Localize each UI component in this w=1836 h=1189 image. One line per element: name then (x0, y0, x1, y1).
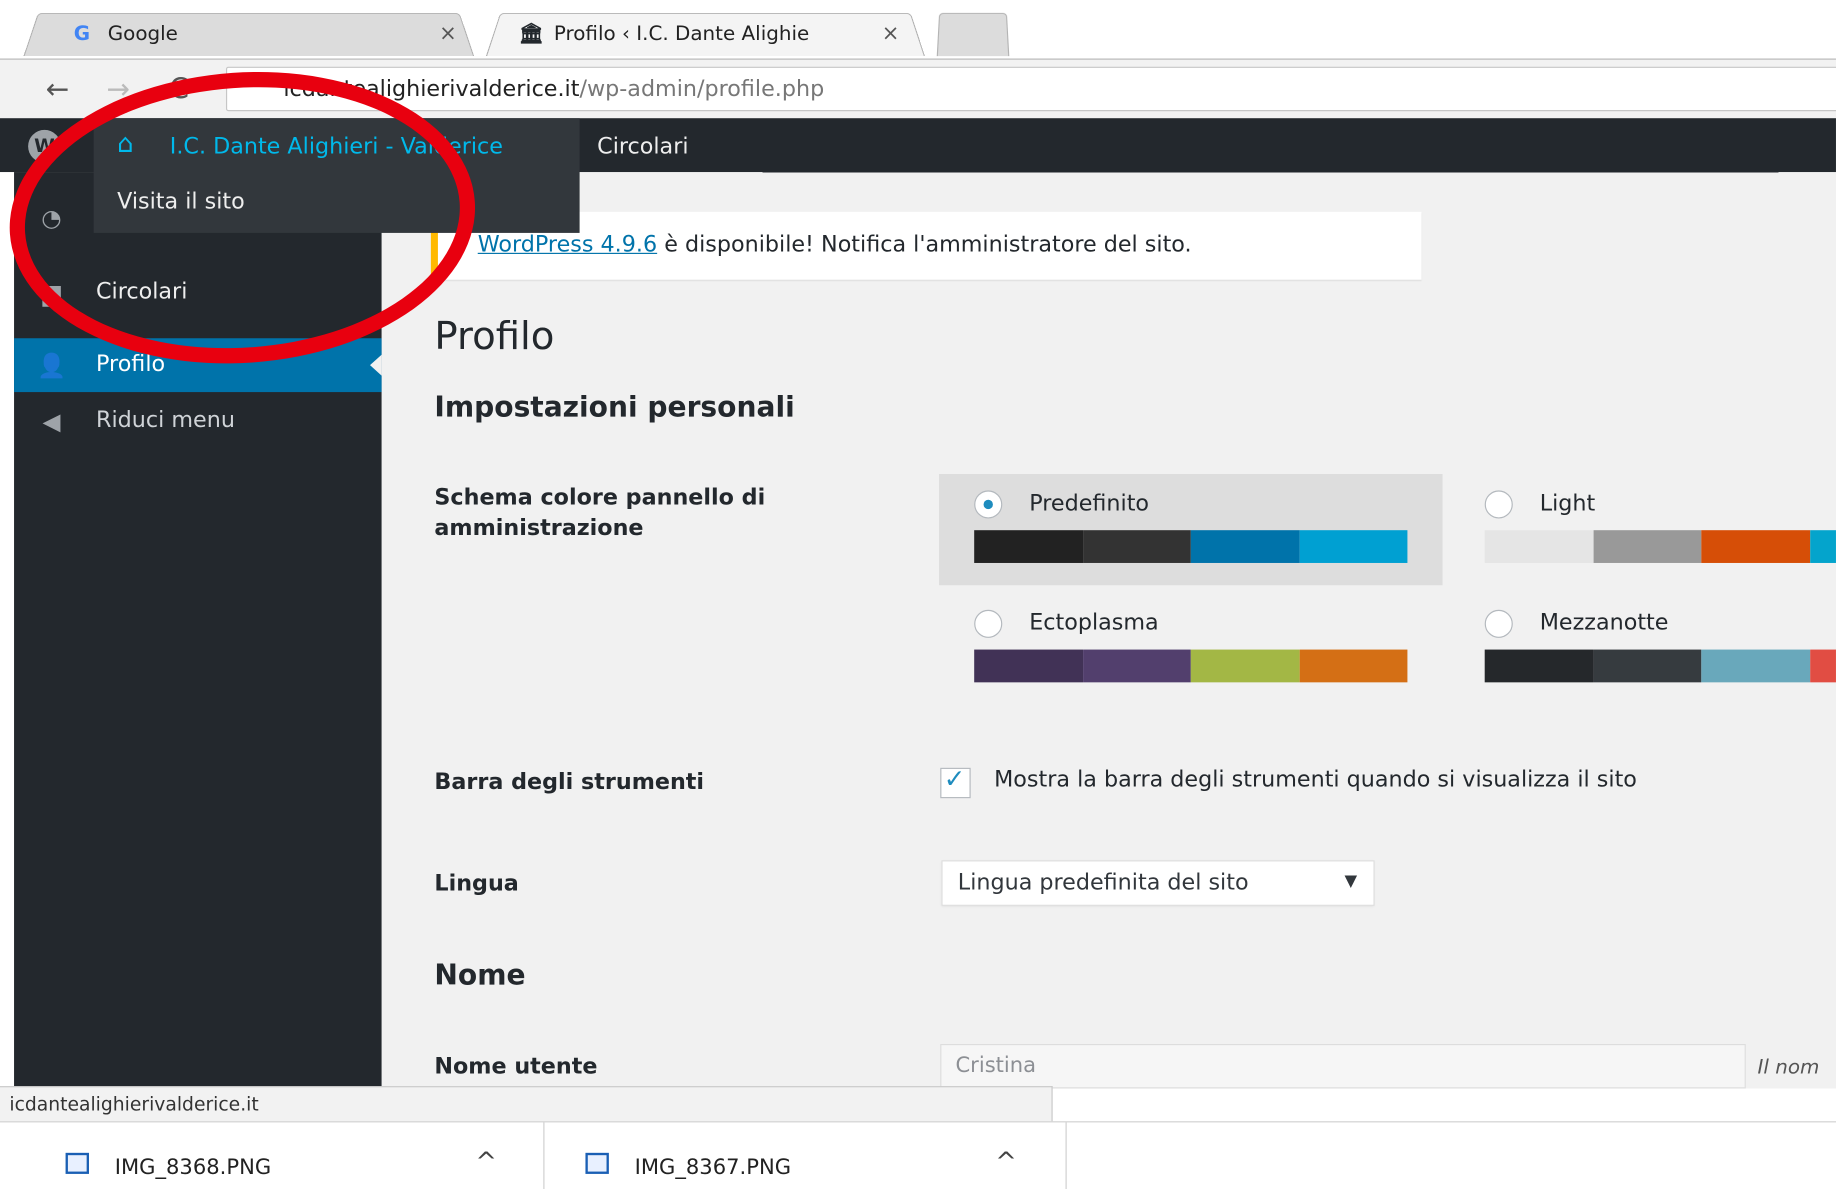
status-bubble: icdantealighierivalderice.it (0, 1086, 1053, 1124)
sidebar-item-profilo[interactable]: 👤 Profilo (14, 338, 382, 393)
sidebar-item-circolari[interactable]: ▆ Circolari (14, 266, 382, 320)
new-tab-button[interactable] (936, 9, 1010, 57)
posts-icon: ▆ (42, 278, 61, 307)
notice-text: WordPress 4.9.6 è disponibile! Notifica … (478, 232, 1192, 258)
scheme-name: Predefinito (1029, 490, 1150, 517)
section-heading: Nome (434, 958, 526, 992)
chevron-up-icon[interactable]: ^ (475, 1148, 497, 1177)
back-arrow-icon[interactable]: ← (40, 71, 75, 106)
image-file-icon (65, 1152, 89, 1174)
sidebar-item-label: Circolari (96, 278, 188, 305)
color-scheme-label: Schema colore pannello di amministrazion… (434, 484, 766, 541)
tab-close-icon[interactable]: × (439, 21, 457, 46)
url-host: icdantealighierivalderice.it (283, 76, 580, 102)
user-icon: 👤 (36, 351, 67, 380)
section-heading: Impostazioni personali (434, 390, 795, 424)
language-label: Lingua (434, 870, 519, 897)
status-url: icdantealighierivalderice.it (9, 1093, 259, 1116)
adminbar-circolari[interactable]: Circolari (597, 133, 688, 159)
tab-title: Profilo ‹ I.C. Dante Alighie (553, 22, 810, 46)
notice-message: è disponibile! Notifica l'amministratore… (657, 231, 1192, 258)
username-label: Nome utente (434, 1053, 598, 1080)
download-item[interactable]: IMG_8368.PNG ^ (52, 1122, 545, 1189)
color-scheme-predefinito[interactable]: Predefinito (939, 474, 1443, 586)
tab-google[interactable]: G Google × (23, 9, 475, 57)
checkmark-icon: ✓ (943, 765, 966, 795)
username-value: Cristina (955, 1053, 1037, 1078)
main-content: WordPress 4.9.6 è disponibile! Notifica … (381, 172, 1836, 1089)
url-path: /wp-admin/profile.php (579, 76, 825, 102)
scheme-name: Ectoplasma (1029, 609, 1159, 636)
download-filename: IMG_8368.PNG (114, 1155, 272, 1180)
screenshot: G Google × 🏛 Profilo ‹ I.C. Dante Alighi… (0, 0, 1836, 1189)
sidebar-item-label: Profilo (96, 351, 166, 377)
tab-profilo[interactable]: 🏛 Profilo ‹ I.C. Dante Alighie × (485, 9, 926, 57)
radio-button[interactable] (974, 490, 1003, 519)
scheme-swatches (1484, 649, 1836, 683)
google-favicon-icon: G (73, 22, 91, 46)
scheme-swatches (974, 649, 1408, 683)
scheme-swatches (1484, 530, 1836, 563)
tab-close-icon[interactable]: × (882, 21, 900, 46)
scheme-name: Mezzanotte (1539, 609, 1669, 636)
scheme-swatches (974, 530, 1408, 563)
address-bar[interactable]: icdantealighierivalderice.it/wp-admin/pr… (225, 66, 1836, 112)
color-scheme-ectoplasma[interactable]: Ectoplasma (939, 593, 1442, 704)
dropdown-arrow-icon: ▼ (1344, 871, 1358, 891)
radio-button[interactable] (1484, 609, 1513, 638)
site-name-menu-item[interactable]: ⌂ I.C. Dante Alighieri - Valderice (94, 118, 580, 172)
admin-sidebar: ◔ ▆ Circolari 👤 Profilo ◀ Riduci menu (14, 172, 382, 1089)
language-selected-value: Lingua predefinita del sito (957, 869, 1249, 896)
color-scheme-mezzanotte[interactable]: Mezzanotte (1450, 593, 1836, 704)
tab-title: Google (107, 22, 178, 46)
username-field: Cristina (940, 1043, 1746, 1089)
visit-site-link[interactable]: Visita il sito (117, 188, 245, 214)
toolbar-checkbox-label[interactable]: Mostra la barra degli strumenti quando s… (994, 767, 1637, 793)
color-scheme-light[interactable]: Light (1450, 474, 1836, 585)
download-filename: IMG_8367.PNG (634, 1155, 792, 1180)
home-icon: ⌂ (117, 129, 134, 160)
reload-icon[interactable]: C (162, 71, 197, 106)
radio-button[interactable] (1484, 490, 1513, 519)
site-favicon-icon: 🏛 (518, 22, 544, 46)
wordpress-version-link[interactable]: WordPress 4.9.6 (478, 232, 657, 258)
image-file-icon (585, 1152, 609, 1174)
download-item[interactable]: IMG_8367.PNG ^ (571, 1122, 1067, 1189)
sidebar-item-collapse[interactable]: ◀ Riduci menu (14, 394, 382, 448)
url-text: icdantealighierivalderice.it/wp-admin/pr… (283, 76, 824, 102)
language-select[interactable]: Lingua predefinita del sito ▼ (941, 860, 1375, 906)
username-hint: Il nom (1757, 1055, 1820, 1080)
scheme-name: Light (1539, 490, 1596, 517)
page-title: Profilo (434, 312, 555, 359)
toolbar-checkbox[interactable]: ✓ (940, 765, 971, 799)
wordpress-logo-icon[interactable]: W (28, 129, 61, 163)
sidebar-item-label: Riduci menu (96, 407, 235, 434)
toolbar-label: Barra degli strumenti (434, 768, 705, 795)
download-shelf: IMG_8368.PNG ^ IMG_8367.PNG ^ (0, 1121, 1836, 1189)
dashboard-icon: ◔ (41, 203, 62, 232)
chevron-up-icon[interactable]: ^ (995, 1148, 1017, 1177)
browser-tab-strip: G Google × 🏛 Profilo ‹ I.C. Dante Alighi… (0, 0, 1836, 59)
collapse-icon: ◀ (42, 407, 61, 436)
site-name[interactable]: I.C. Dante Alighieri - Valderice (170, 133, 503, 159)
site-name-dropdown: ⌂ I.C. Dante Alighieri - Valderice Visit… (93, 118, 580, 233)
browser-toolbar: ← → C icdantealighierivalderice.it/wp-ad… (0, 58, 1836, 120)
forward-arrow-icon[interactable]: → (101, 71, 136, 106)
radio-button[interactable] (974, 609, 1003, 638)
